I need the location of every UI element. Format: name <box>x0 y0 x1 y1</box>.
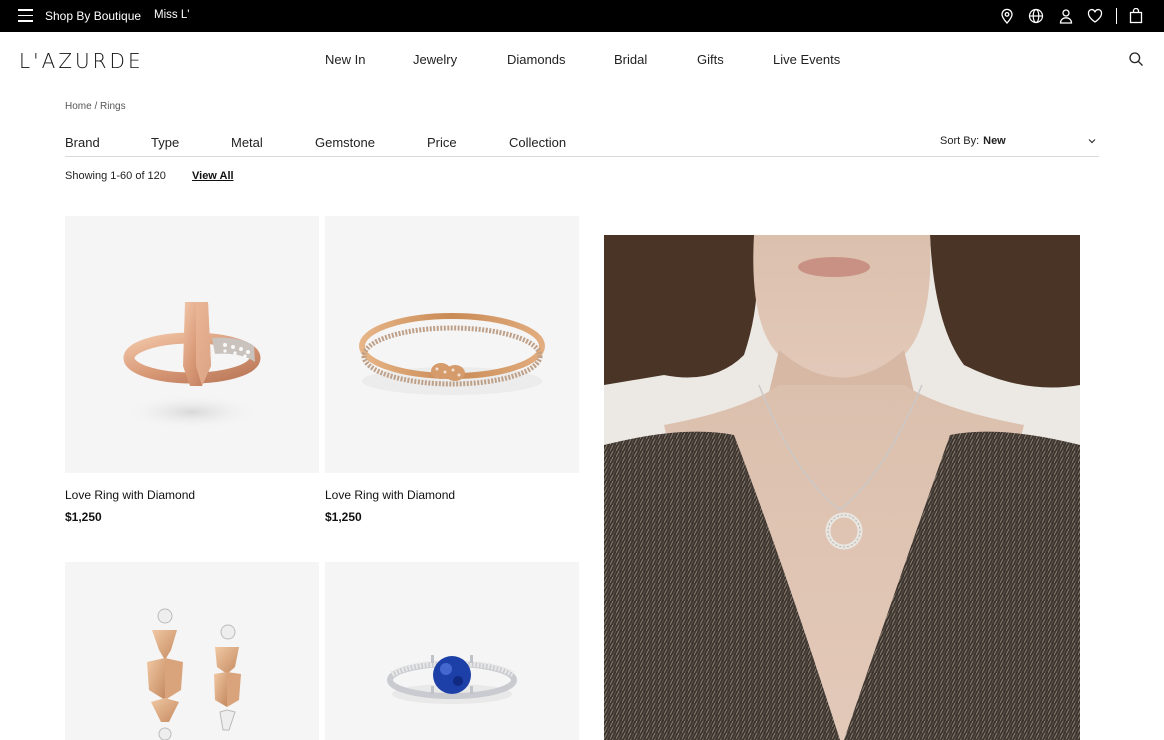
view-all-link[interactable]: View All <box>192 170 234 182</box>
shop-by-boutique-link[interactable]: Shop By Boutique <box>45 9 141 23</box>
nav-bridal[interactable]: Bridal <box>614 52 647 67</box>
product-price: $1,250 <box>65 510 102 524</box>
chevron-down-icon[interactable] <box>1087 136 1097 146</box>
product-price: $1,250 <box>325 510 362 524</box>
topbar-divider <box>1116 8 1117 24</box>
knot-ring-image <box>359 313 545 395</box>
sort-by-value: New <box>983 135 1006 147</box>
filter-collection[interactable]: Collection <box>509 135 566 150</box>
sapphire-ring-image <box>387 655 517 704</box>
wishlist-heart-icon[interactable] <box>1087 8 1103 24</box>
product-image[interactable] <box>325 562 579 740</box>
shopping-bag-icon[interactable] <box>1128 8 1144 24</box>
search-icon[interactable] <box>1128 51 1144 67</box>
account-icon[interactable] <box>1058 8 1074 24</box>
results-count: Showing 1-60 of 120 <box>65 170 166 182</box>
nav-live-events[interactable]: Live Events <box>773 52 840 67</box>
filter-metal[interactable]: Metal <box>231 135 263 150</box>
main-nav: New In Jewelry Diamonds Bridal Gifts Liv… <box>0 52 1164 72</box>
location-pin-icon[interactable] <box>999 8 1015 24</box>
nav-jewelry[interactable]: Jewelry <box>413 52 457 67</box>
product-name[interactable]: Love Ring with Diamond <box>325 488 455 502</box>
sort-by-dropdown[interactable]: Sort By: New <box>940 135 1006 147</box>
product-name[interactable]: Love Ring with Diamond <box>65 488 195 502</box>
filter-type[interactable]: Type <box>151 135 179 150</box>
sort-by-label: Sort By: <box>940 135 980 147</box>
product-image[interactable] <box>65 216 319 473</box>
nav-diamonds[interactable]: Diamonds <box>507 52 566 67</box>
globe-icon[interactable] <box>1028 8 1044 24</box>
top-bar: Shop By Boutique Miss L' <box>0 0 1164 32</box>
editorial-model-image[interactable] <box>604 235 1080 740</box>
nav-new-in[interactable]: New In <box>325 52 365 67</box>
miss-l-link[interactable]: Miss L' <box>154 9 189 21</box>
nav-gifts[interactable]: Gifts <box>697 52 724 67</box>
rose-gold-ring-image <box>122 302 262 430</box>
hamburger-menu-icon[interactable] <box>18 9 33 23</box>
filter-bar: Brand Type Metal Gemstone Price Collecti… <box>65 133 1099 157</box>
breadcrumb[interactable]: Home / Rings <box>65 101 126 112</box>
model-necklace-illustration <box>604 235 1080 740</box>
filter-price[interactable]: Price <box>427 135 457 150</box>
filter-gemstone[interactable]: Gemstone <box>315 135 375 150</box>
product-image[interactable] <box>65 562 319 740</box>
rose-gold-earrings-image <box>147 608 241 740</box>
filter-brand[interactable]: Brand <box>65 135 100 150</box>
product-image[interactable] <box>325 216 579 473</box>
